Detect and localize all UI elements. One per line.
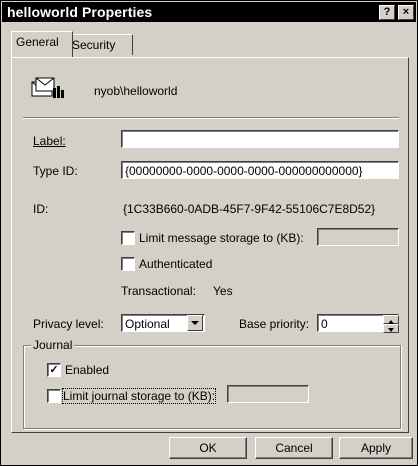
queue-name: nyob\helloworld: [94, 84, 178, 98]
journal-limit-label[interactable]: Limit journal storage to (KB):: [61, 388, 217, 404]
label-field-label: Label:: [33, 134, 66, 148]
type-id-input[interactable]: {00000000-0000-0000-0000-000000000000}: [121, 161, 399, 179]
privacy-level-label: Privacy level:: [33, 317, 104, 331]
base-priority-label: Base priority:: [239, 317, 310, 331]
journal-enabled-checkbox[interactable]: ✓: [47, 363, 61, 377]
journal-group-title: Journal: [31, 338, 75, 352]
journal-limit-checkbox[interactable]: [47, 389, 61, 403]
id-value: {1C33B660-0ADB-45F7-9F42-55106C7E8D52}: [123, 202, 376, 216]
journal-limit-input[interactable]: [227, 385, 309, 403]
tab-security[interactable]: Security: [67, 34, 133, 55]
apply-button[interactable]: Apply: [339, 437, 413, 459]
type-id-label: Type ID:: [33, 164, 78, 178]
transactional-value: Yes: [213, 284, 233, 298]
help-button[interactable]: ?: [379, 5, 395, 20]
mail-queue-icon: [31, 76, 65, 104]
cancel-button[interactable]: Cancel: [255, 437, 333, 459]
label-field-label-text: Label:: [33, 134, 66, 148]
spin-down-icon[interactable]: [383, 324, 399, 333]
properties-dialog: helloworld Properties ? × General Securi…: [0, 0, 418, 466]
check-mark-icon: ✓: [49, 364, 59, 376]
tab-general[interactable]: General: [11, 31, 73, 57]
spin-up-icon[interactable]: [383, 315, 399, 324]
journal-enabled-label[interactable]: Enabled: [65, 363, 109, 377]
close-button[interactable]: ×: [398, 5, 414, 20]
chevron-down-icon[interactable]: [187, 315, 203, 331]
limit-message-input[interactable]: [317, 228, 399, 246]
separator-top: [23, 117, 399, 119]
journal-groupbox: [23, 345, 401, 429]
authenticated-label[interactable]: Authenticated: [139, 257, 212, 271]
tab-general-label: General: [16, 35, 59, 49]
limit-message-checkbox[interactable]: [121, 231, 135, 245]
transactional-label: Transactional:: [121, 284, 196, 298]
label-input[interactable]: [121, 130, 399, 148]
privacy-level-value: Optional: [125, 317, 170, 331]
authenticated-checkbox[interactable]: [121, 257, 135, 271]
window-title: helloworld Properties: [7, 4, 153, 20]
ok-button[interactable]: OK: [169, 437, 247, 459]
limit-message-label[interactable]: Limit message storage to (KB):: [139, 231, 304, 245]
tab-security-label: Security: [72, 38, 116, 52]
title-bar[interactable]: helloworld Properties ? ×: [2, 2, 416, 22]
id-label: ID:: [33, 202, 49, 216]
